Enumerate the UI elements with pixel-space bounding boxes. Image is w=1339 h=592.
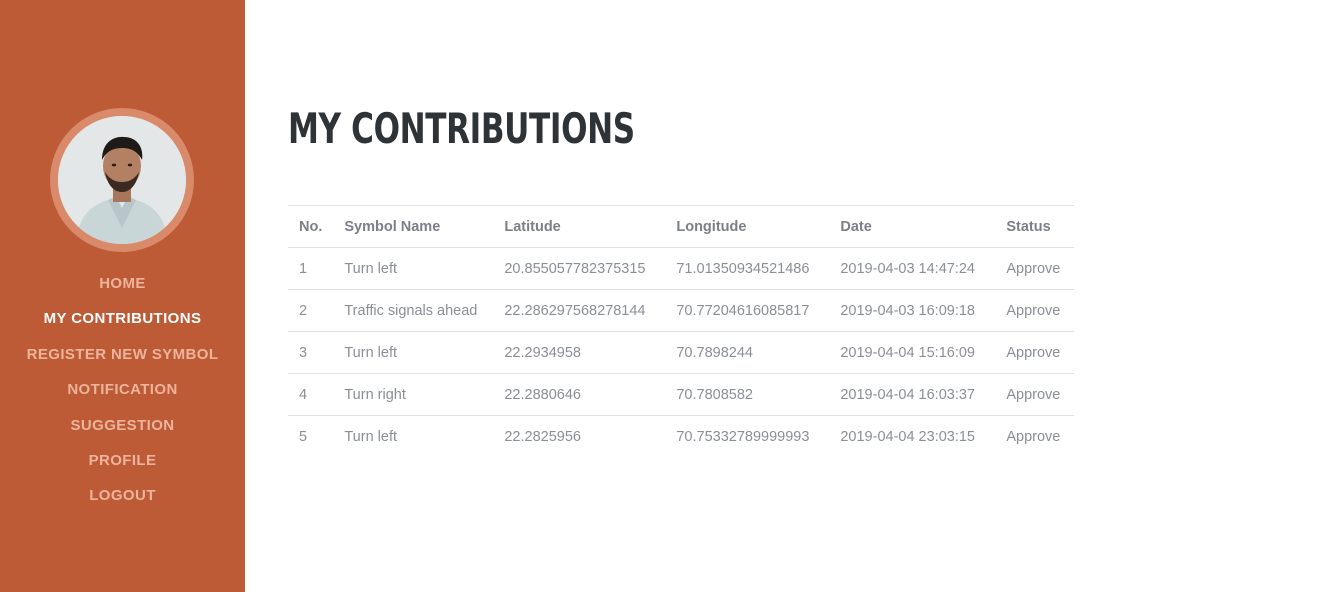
column-header-latitude: Latitude (493, 205, 666, 248)
cell-no: 3 (288, 331, 334, 374)
cell-latitude: 20.855057782375315 (493, 247, 666, 290)
column-header-date: Date (829, 205, 996, 248)
table-header-row: No. Symbol Name Latitude Longitude Date … (288, 205, 1074, 248)
cell-longitude: 70.77204616085817 (665, 289, 830, 332)
cell-longitude: 70.7808582 (665, 373, 830, 416)
table-row: 5 Turn left 22.2825956 70.75332789999993… (288, 416, 1074, 458)
cell-date: 2019-04-03 14:47:24 (829, 247, 996, 290)
cell-status: Approve (995, 373, 1074, 416)
cell-longitude: 70.7898244 (665, 331, 830, 374)
table-row: 4 Turn right 22.2880646 70.7808582 2019-… (288, 373, 1074, 416)
nav-item-home[interactable]: HOME (0, 266, 245, 301)
sidebar: HOME MY CONTRIBUTIONS REGISTER NEW SYMBO… (0, 0, 245, 592)
cell-no: 2 (288, 289, 334, 332)
cell-status: Approve (1006, 428, 1061, 445)
page-title: MY CONTRIBUTIONS (288, 104, 635, 153)
column-header-longitude: Longitude (665, 205, 830, 248)
table-row: 1 Turn left 20.855057782375315 71.013509… (288, 247, 1074, 290)
avatar[interactable] (50, 108, 194, 252)
column-header-status: Status (995, 205, 1074, 248)
cell-symbol-name: Turn left (344, 428, 398, 445)
cell-status: Approve (995, 289, 1074, 332)
contributions-table-wrapper: No. Symbol Name Latitude Longitude Date … (288, 205, 1074, 457)
nav-item-my-contributions[interactable]: MY CONTRIBUTIONS (0, 301, 245, 336)
cell-latitude: 22.2880646 (493, 373, 666, 416)
nav-item-notification[interactable]: NOTIFICATION (0, 372, 245, 407)
cell-symbol-name: Traffic signals ahead (333, 289, 494, 332)
cell-status: Approve (995, 247, 1074, 290)
cell-latitude: 22.286297568278144 (493, 289, 666, 332)
column-header-symbol-name: Symbol Name (333, 205, 494, 248)
nav-item-profile[interactable]: PROFILE (0, 443, 245, 478)
cell-symbol-name: Turn left (333, 331, 494, 374)
table-row: 2 Traffic signals ahead 22.2862975682781… (288, 289, 1074, 332)
cell-no: 4 (288, 373, 334, 416)
nav-item-logout[interactable]: LOGOUT (0, 478, 245, 513)
cell-date: 2019-04-04 16:03:37 (829, 373, 996, 416)
cell-date: 2019-04-03 16:09:18 (829, 289, 996, 332)
table-row: 3 Turn left 22.2934958 70.7898244 2019-0… (288, 331, 1074, 374)
cell-longitude: 71.01350934521486 (665, 247, 830, 290)
cell-latitude: 22.2934958 (493, 331, 666, 374)
column-header-no: No. (288, 205, 334, 248)
avatar-photo (58, 116, 186, 244)
cell-date: 2019-04-04 15:16:09 (829, 331, 996, 374)
cell-no: 1 (288, 247, 334, 290)
person-photo-icon (58, 116, 186, 244)
contributions-table: No. Symbol Name Latitude Longitude Date … (288, 205, 1074, 457)
nav-item-register-new-symbol[interactable]: REGISTER NEW SYMBOL (0, 337, 245, 372)
cell-status: Approve (995, 331, 1074, 374)
cell-latitude: 22.2825956 (504, 428, 581, 445)
cell-date: 2019-04-04 23:03:15 (840, 428, 976, 445)
sidebar-nav: HOME MY CONTRIBUTIONS REGISTER NEW SYMBO… (0, 266, 245, 514)
cell-symbol-name: Turn left (333, 247, 494, 290)
cell-symbol-name: Turn right (333, 373, 494, 416)
cell-no: 5 (299, 428, 308, 445)
nav-item-suggestion[interactable]: SUGGESTION (0, 408, 245, 443)
cell-longitude: 70.75332789999993 (676, 428, 810, 445)
